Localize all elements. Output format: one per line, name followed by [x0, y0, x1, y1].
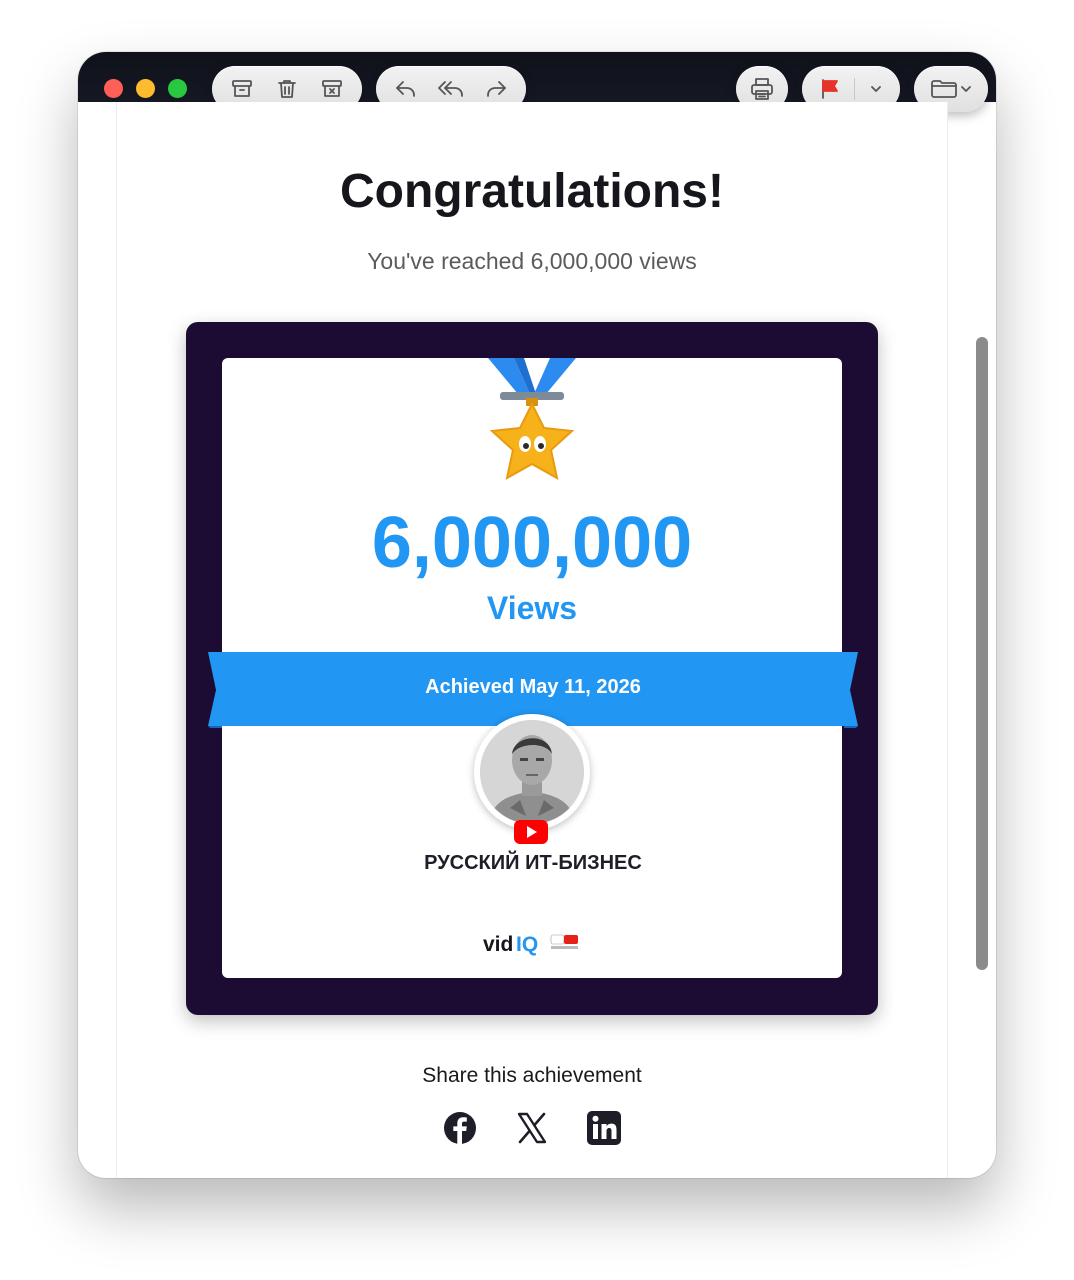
print-icon — [751, 78, 773, 100]
congrats-heading: Congratulations! — [340, 165, 724, 218]
youtube-icon — [514, 820, 548, 844]
reply-button[interactable] — [387, 73, 425, 105]
share-linkedin-link[interactable] — [586, 1110, 622, 1146]
milestone-metric: Views — [486, 590, 578, 626]
facebook-icon — [444, 1112, 476, 1144]
star-medal-icon — [488, 358, 576, 480]
junk-button[interactable] — [313, 73, 351, 105]
flag-icon — [821, 79, 838, 99]
delete-button[interactable] — [268, 73, 306, 105]
channel-avatar[interactable] — [480, 720, 584, 824]
share-x-link[interactable] — [514, 1110, 550, 1146]
achieved-date: Achieved May 11, 2026 — [425, 676, 641, 698]
zoom-window-button[interactable] — [168, 79, 187, 98]
flag-button[interactable] — [811, 73, 849, 105]
archive-button[interactable] — [223, 73, 261, 105]
linkedin-icon — [587, 1111, 621, 1145]
folder-icon — [931, 80, 971, 98]
share-title: Share this achievement — [422, 1064, 642, 1087]
move-to-folder-button[interactable] — [919, 73, 983, 105]
channel-avatar-frame — [474, 714, 590, 830]
share-facebook-link[interactable] — [442, 1110, 478, 1146]
trash-icon — [278, 80, 296, 98]
reply-icon — [396, 81, 416, 97]
minimize-window-button[interactable] — [136, 79, 155, 98]
close-window-button[interactable] — [104, 79, 123, 98]
forward-button[interactable] — [477, 73, 515, 105]
chevron-down-icon — [871, 86, 882, 92]
channel-name: РУССКИЙ ИТ-БИЗНЕС — [424, 852, 642, 874]
print-button[interactable] — [743, 73, 781, 105]
svg-text:IQ: IQ — [516, 933, 538, 956]
junk-icon — [321, 80, 342, 97]
flag-menu-button[interactable] — [861, 73, 891, 105]
mail-window: Congratulations! You've reached 6,000,00… — [78, 52, 996, 1178]
reply-all-button[interactable] — [432, 73, 470, 105]
forward-icon — [486, 81, 506, 97]
views-subtitle: You've reached 6,000,000 views — [367, 248, 697, 274]
x-icon — [517, 1112, 547, 1144]
scrollbar[interactable] — [976, 337, 988, 970]
svg-text:vid: vid — [483, 933, 513, 956]
milestone-number: 6,000,000 — [371, 503, 693, 583]
toolbar-separator — [854, 78, 856, 100]
vidiq-logo: vid IQ — [483, 933, 578, 956]
archive-icon — [232, 80, 253, 97]
reply-all-icon — [438, 81, 463, 97]
